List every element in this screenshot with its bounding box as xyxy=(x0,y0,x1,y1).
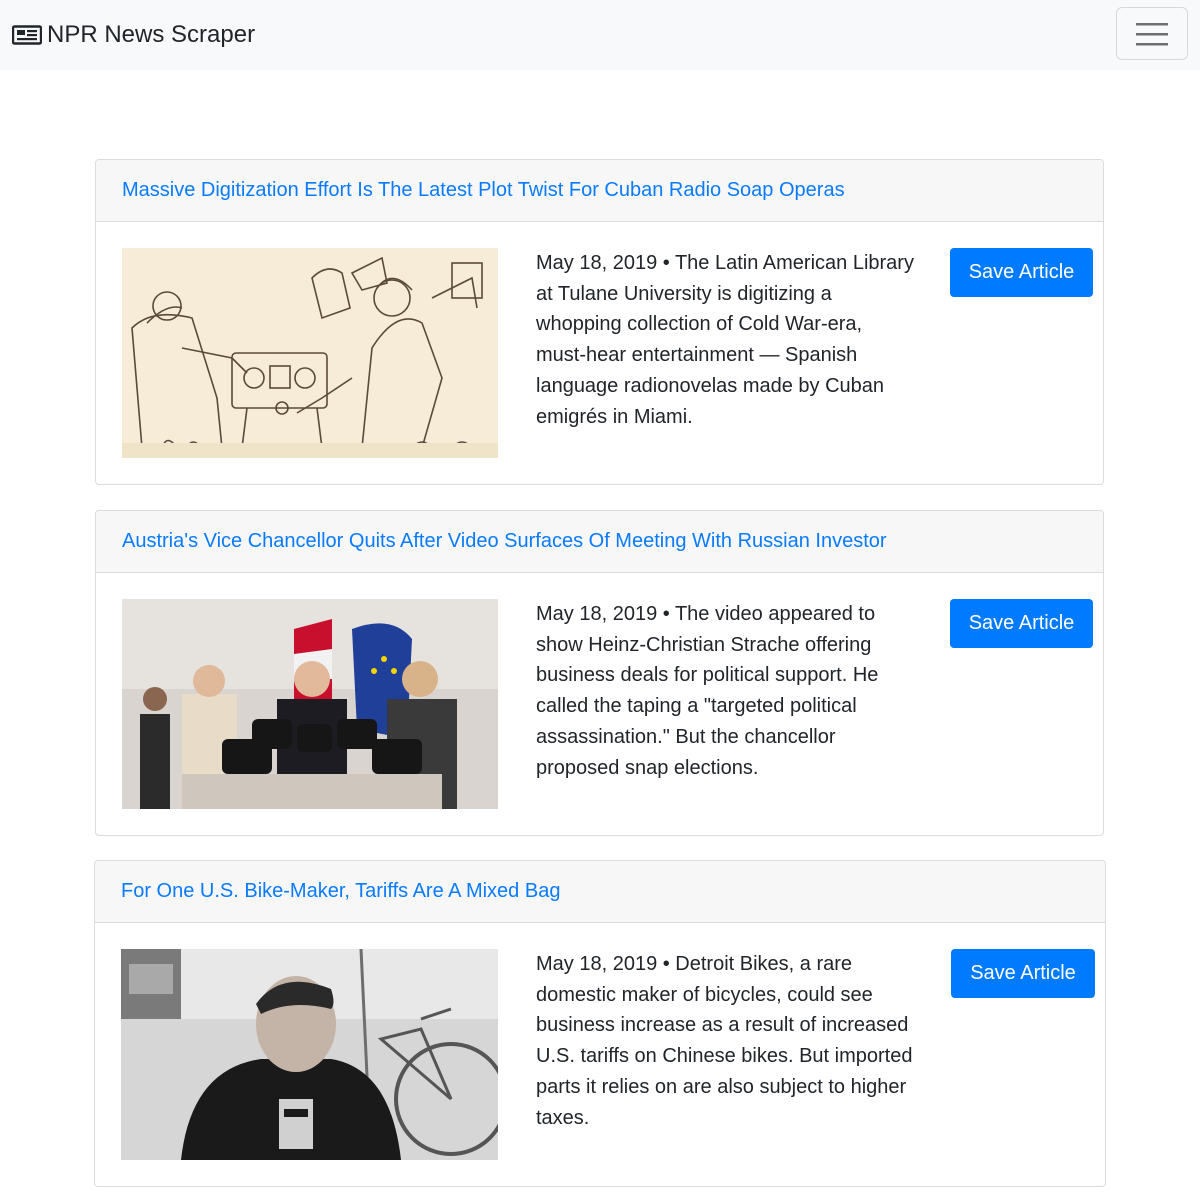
article-title-link[interactable]: Austria's Vice Chancellor Quits After Vi… xyxy=(122,530,887,553)
article-card-header: Austria's Vice Chancellor Quits After Vi… xyxy=(96,511,1103,573)
article-card: Massive Digitization Effort Is The Lates… xyxy=(95,159,1104,485)
navbar-toggler-button[interactable] xyxy=(1116,7,1188,60)
brand-label: NPR News Scraper xyxy=(47,21,256,48)
article-image[interactable] xyxy=(121,949,498,1160)
article-summary: May 18, 2019 • The video appeared to sho… xyxy=(536,603,879,779)
article-card: Austria's Vice Chancellor Quits After Vi… xyxy=(95,510,1104,836)
press-conference-photo xyxy=(122,599,498,809)
article-card-header: Massive Digitization Effort Is The Lates… xyxy=(96,160,1103,222)
save-article-button[interactable]: Save Article xyxy=(950,248,1093,297)
article-card-header: For One U.S. Bike-Maker, Tariffs Are A M… xyxy=(95,861,1105,923)
article-title-link[interactable]: For One U.S. Bike-Maker, Tariffs Are A M… xyxy=(121,880,560,903)
cuban-radio-illustration xyxy=(122,248,498,458)
article-summary: May 18, 2019 • Detroit Bikes, a rare dom… xyxy=(536,953,913,1129)
navbar: NPR News Scraper xyxy=(0,0,1200,70)
article-card: For One U.S. Bike-Maker, Tariffs Are A M… xyxy=(94,860,1106,1187)
article-summary: May 18, 2019 • The Latin American Librar… xyxy=(536,252,914,428)
navbar-brand[interactable]: NPR News Scraper xyxy=(12,18,255,52)
save-article-button[interactable]: Save Article xyxy=(950,599,1093,648)
article-title-link[interactable]: Massive Digitization Effort Is The Lates… xyxy=(122,179,845,202)
newspaper-icon xyxy=(12,25,42,45)
article-image[interactable] xyxy=(122,248,498,458)
bike-maker-photo xyxy=(121,949,498,1160)
hamburger-menu-icon xyxy=(1136,22,1168,45)
article-image[interactable] xyxy=(122,599,498,809)
save-article-button[interactable]: Save Article xyxy=(951,949,1095,998)
